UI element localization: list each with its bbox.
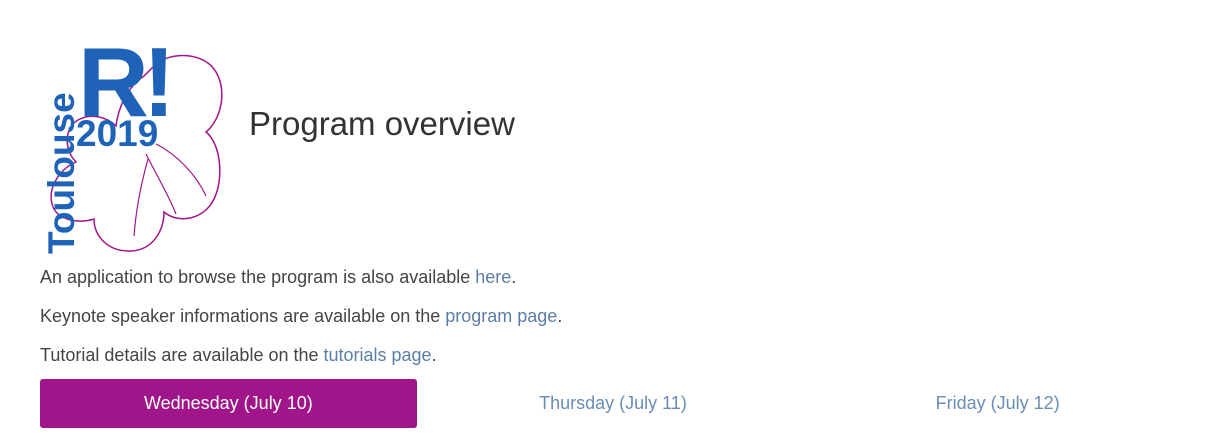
app-link[interactable]: here [475,267,511,287]
page-title: Program overview [249,105,515,142]
tutorials-page-link[interactable]: tutorials page [324,345,432,365]
app-info-prefix: An application to browse the program is … [40,267,476,287]
tab-friday[interactable]: Friday (July 12) [809,379,1186,428]
logo-year: 2019 [76,113,158,154]
tab-wednesday[interactable]: Wednesday (July 10) [40,379,417,428]
app-info-suffix: . [511,267,517,287]
header: Toulouse R! 2019 Program overview [36,24,656,256]
keynote-info-prefix: Keynote speaker informations are availab… [40,306,446,326]
day-tabs: Wednesday (July 10) Thursday (July 11) F… [40,379,1186,428]
app-info-text: An application to browse the program is … [40,265,516,289]
page: Toulouse R! 2019 Program overview An app… [0,0,1220,438]
tutorial-info-suffix: . [431,345,437,365]
program-page-link[interactable]: program page [445,306,557,326]
tutorial-info-prefix: Tutorial details are available on the [40,345,324,365]
tutorial-info-text: Tutorial details are available on the tu… [40,343,437,367]
toulouse-r-2019-logo: Toulouse R! 2019 [41,27,223,254]
keynote-info-suffix: . [557,306,563,326]
tab-thursday[interactable]: Thursday (July 11) [425,379,802,428]
keynote-info-text: Keynote speaker informations are availab… [40,304,562,328]
